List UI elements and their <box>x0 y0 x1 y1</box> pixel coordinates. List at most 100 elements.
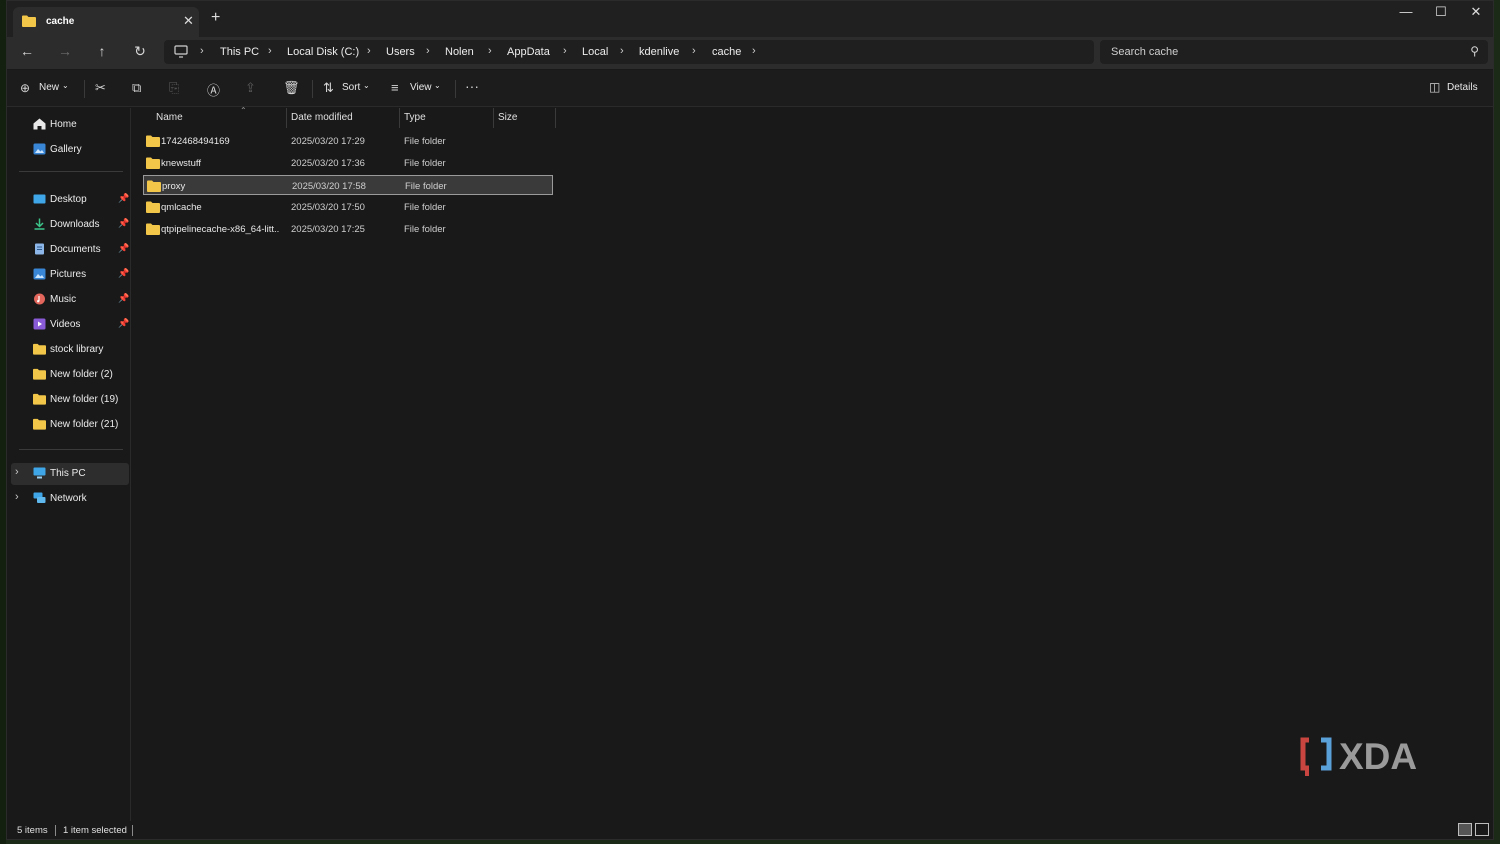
file-date: 2025/03/20 17:29 <box>291 136 365 147</box>
breadcrumb-cache[interactable]: cache <box>712 46 741 58</box>
sidebar-item-label: stock library <box>50 344 104 355</box>
breadcrumb-appdata[interactable]: AppData <box>507 46 550 58</box>
sidebar-item-music[interactable]: Music 📌 <box>11 289 129 311</box>
minimize-icon[interactable]: — <box>1391 4 1421 19</box>
file-row[interactable]: 1742468494169 2025/03/20 17:29 File fold… <box>143 131 553 151</box>
chevron-down-icon[interactable]: ⌄ <box>363 81 370 90</box>
pin-icon[interactable]: 📌 <box>118 243 129 254</box>
delete-icon[interactable]: 🗑 <box>283 80 300 96</box>
sidebar-item-videos[interactable]: Videos 📌 <box>11 314 129 336</box>
chevron-right-icon[interactable]: › <box>692 45 696 57</box>
forward-arrow-icon[interactable]: → <box>54 43 76 59</box>
paste-icon[interactable]: ⎘ <box>169 80 179 96</box>
breadcrumb-users[interactable]: Users <box>386 46 415 58</box>
sidebar-item-new-folder-2[interactable]: New folder (2) <box>11 364 129 386</box>
new-tab-button[interactable]: + <box>211 9 220 27</box>
tiles-view-icon[interactable] <box>1475 823 1489 836</box>
refresh-icon[interactable]: ↻ <box>129 43 151 60</box>
divider <box>19 171 123 172</box>
close-window-icon[interactable]: ✕ <box>1461 4 1491 20</box>
sidebar-item-home[interactable]: Home <box>11 114 129 136</box>
sidebar-item-desktop[interactable]: Desktop 📌 <box>11 189 129 211</box>
file-row[interactable]: qmlcache 2025/03/20 17:50 File folder <box>143 197 553 217</box>
chevron-right-icon[interactable]: › <box>752 45 756 57</box>
folder-icon <box>146 201 160 213</box>
sidebar-item-this-pc[interactable]: › This PC <box>11 463 129 485</box>
sidebar-item-network[interactable]: › Network <box>11 488 129 510</box>
file-row[interactable]: qtpipelinecache-x86_64-litt... 2025/03/2… <box>143 219 553 239</box>
file-date: 2025/03/20 17:50 <box>291 202 365 213</box>
chevron-right-icon[interactable]: › <box>200 45 204 57</box>
details-button[interactable]: Details <box>1447 82 1478 93</box>
pin-icon[interactable]: 📌 <box>118 293 129 304</box>
back-arrow-icon[interactable]: ← <box>16 43 38 59</box>
file-row[interactable]: knewstuff 2025/03/20 17:36 File folder <box>143 153 553 173</box>
pin-icon[interactable]: 📌 <box>118 218 129 229</box>
column-header-name[interactable]: Name ⌃ <box>156 106 247 132</box>
details-pane-icon[interactable]: ◫ <box>1429 80 1440 94</box>
file-name: qmlcache <box>161 202 202 213</box>
share-icon[interactable]: ⇪ <box>245 80 256 96</box>
column-header-date-modified[interactable]: Date modified <box>291 112 353 132</box>
sort-icon[interactable]: ⇅ <box>323 80 334 96</box>
sidebar-item-pictures[interactable]: Pictures 📌 <box>11 264 129 286</box>
column-divider[interactable] <box>399 108 400 128</box>
pin-icon[interactable]: 📌 <box>118 268 129 279</box>
column-header-type[interactable]: Type <box>404 112 426 132</box>
chevron-down-icon[interactable]: ⌄ <box>434 81 441 90</box>
folder-icon <box>33 393 46 405</box>
more-options-icon[interactable]: ··· <box>465 78 479 94</box>
chevron-right-icon[interactable]: › <box>426 45 430 57</box>
column-divider[interactable] <box>493 108 494 128</box>
breadcrumb-kdenlive[interactable]: kdenlive <box>639 46 679 58</box>
sidebar-item-label: This PC <box>50 468 86 479</box>
chevron-right-icon[interactable]: › <box>563 45 567 57</box>
column-divider[interactable] <box>286 108 287 128</box>
chevron-right-icon[interactable]: › <box>15 491 19 503</box>
chevron-down-icon[interactable]: ⌄ <box>62 81 69 90</box>
sidebar-item-gallery[interactable]: Gallery <box>11 139 129 161</box>
search-icon[interactable]: ⚲ <box>1470 44 1479 58</box>
chevron-right-icon[interactable]: › <box>620 45 624 57</box>
home-icon <box>33 118 46 130</box>
sidebar-item-new-folder-21[interactable]: New folder (21) <box>11 414 129 436</box>
sidebar-item-downloads[interactable]: Downloads 📌 <box>11 214 129 236</box>
up-arrow-icon[interactable]: ↑ <box>91 43 113 59</box>
close-tab-icon[interactable]: ✕ <box>183 13 194 29</box>
details-view-icon[interactable] <box>1458 823 1472 836</box>
copy-icon[interactable]: ⧉ <box>132 80 141 96</box>
chevron-right-icon[interactable]: › <box>268 45 272 57</box>
view-button[interactable]: View <box>410 82 432 93</box>
rename-icon[interactable]: Ⓐ <box>207 80 220 99</box>
sort-button[interactable]: Sort <box>342 82 360 93</box>
new-button[interactable]: New <box>39 82 59 93</box>
music-icon <box>34 293 45 305</box>
maximize-icon[interactable]: ☐ <box>1426 4 1456 20</box>
file-row-selected[interactable]: proxy 2025/03/20 17:58 File folder <box>143 175 553 195</box>
cut-icon[interactable]: ✂ <box>95 80 106 96</box>
pin-icon[interactable]: 📌 <box>118 193 129 204</box>
sidebar-item-new-folder-19[interactable]: New folder (19) <box>11 389 129 411</box>
file-name: 1742468494169 <box>161 136 230 147</box>
breadcrumb-nolen[interactable]: Nolen <box>445 46 474 58</box>
plus-circle-icon[interactable]: ⊕ <box>20 81 30 95</box>
address-bar[interactable]: › This PC › Local Disk (C:) › Users › No… <box>164 40 1094 64</box>
folder-icon <box>146 223 160 235</box>
search-input[interactable]: Search cache ⚲ <box>1100 40 1488 64</box>
network-icon <box>33 492 46 503</box>
chevron-right-icon[interactable]: › <box>488 45 492 57</box>
column-header-label: Name <box>156 112 183 123</box>
breadcrumb-local[interactable]: Local <box>582 46 608 58</box>
sidebar-item-documents[interactable]: Documents 📌 <box>11 239 129 261</box>
column-divider[interactable] <box>555 108 556 128</box>
tab-cache[interactable]: cache ✕ <box>13 7 199 37</box>
breadcrumb-this-pc[interactable]: This PC <box>220 46 259 58</box>
view-icon[interactable]: ≡ <box>391 80 399 95</box>
breadcrumb-local-disk[interactable]: Local Disk (C:) <box>287 46 359 58</box>
column-header-size[interactable]: Size <box>498 112 517 132</box>
chevron-right-icon[interactable]: › <box>15 466 19 478</box>
file-name: qtpipelinecache-x86_64-litt... <box>161 224 279 235</box>
sidebar-item-stock-library[interactable]: stock library <box>11 339 129 361</box>
pin-icon[interactable]: 📌 <box>118 318 129 329</box>
chevron-right-icon[interactable]: › <box>367 45 371 57</box>
